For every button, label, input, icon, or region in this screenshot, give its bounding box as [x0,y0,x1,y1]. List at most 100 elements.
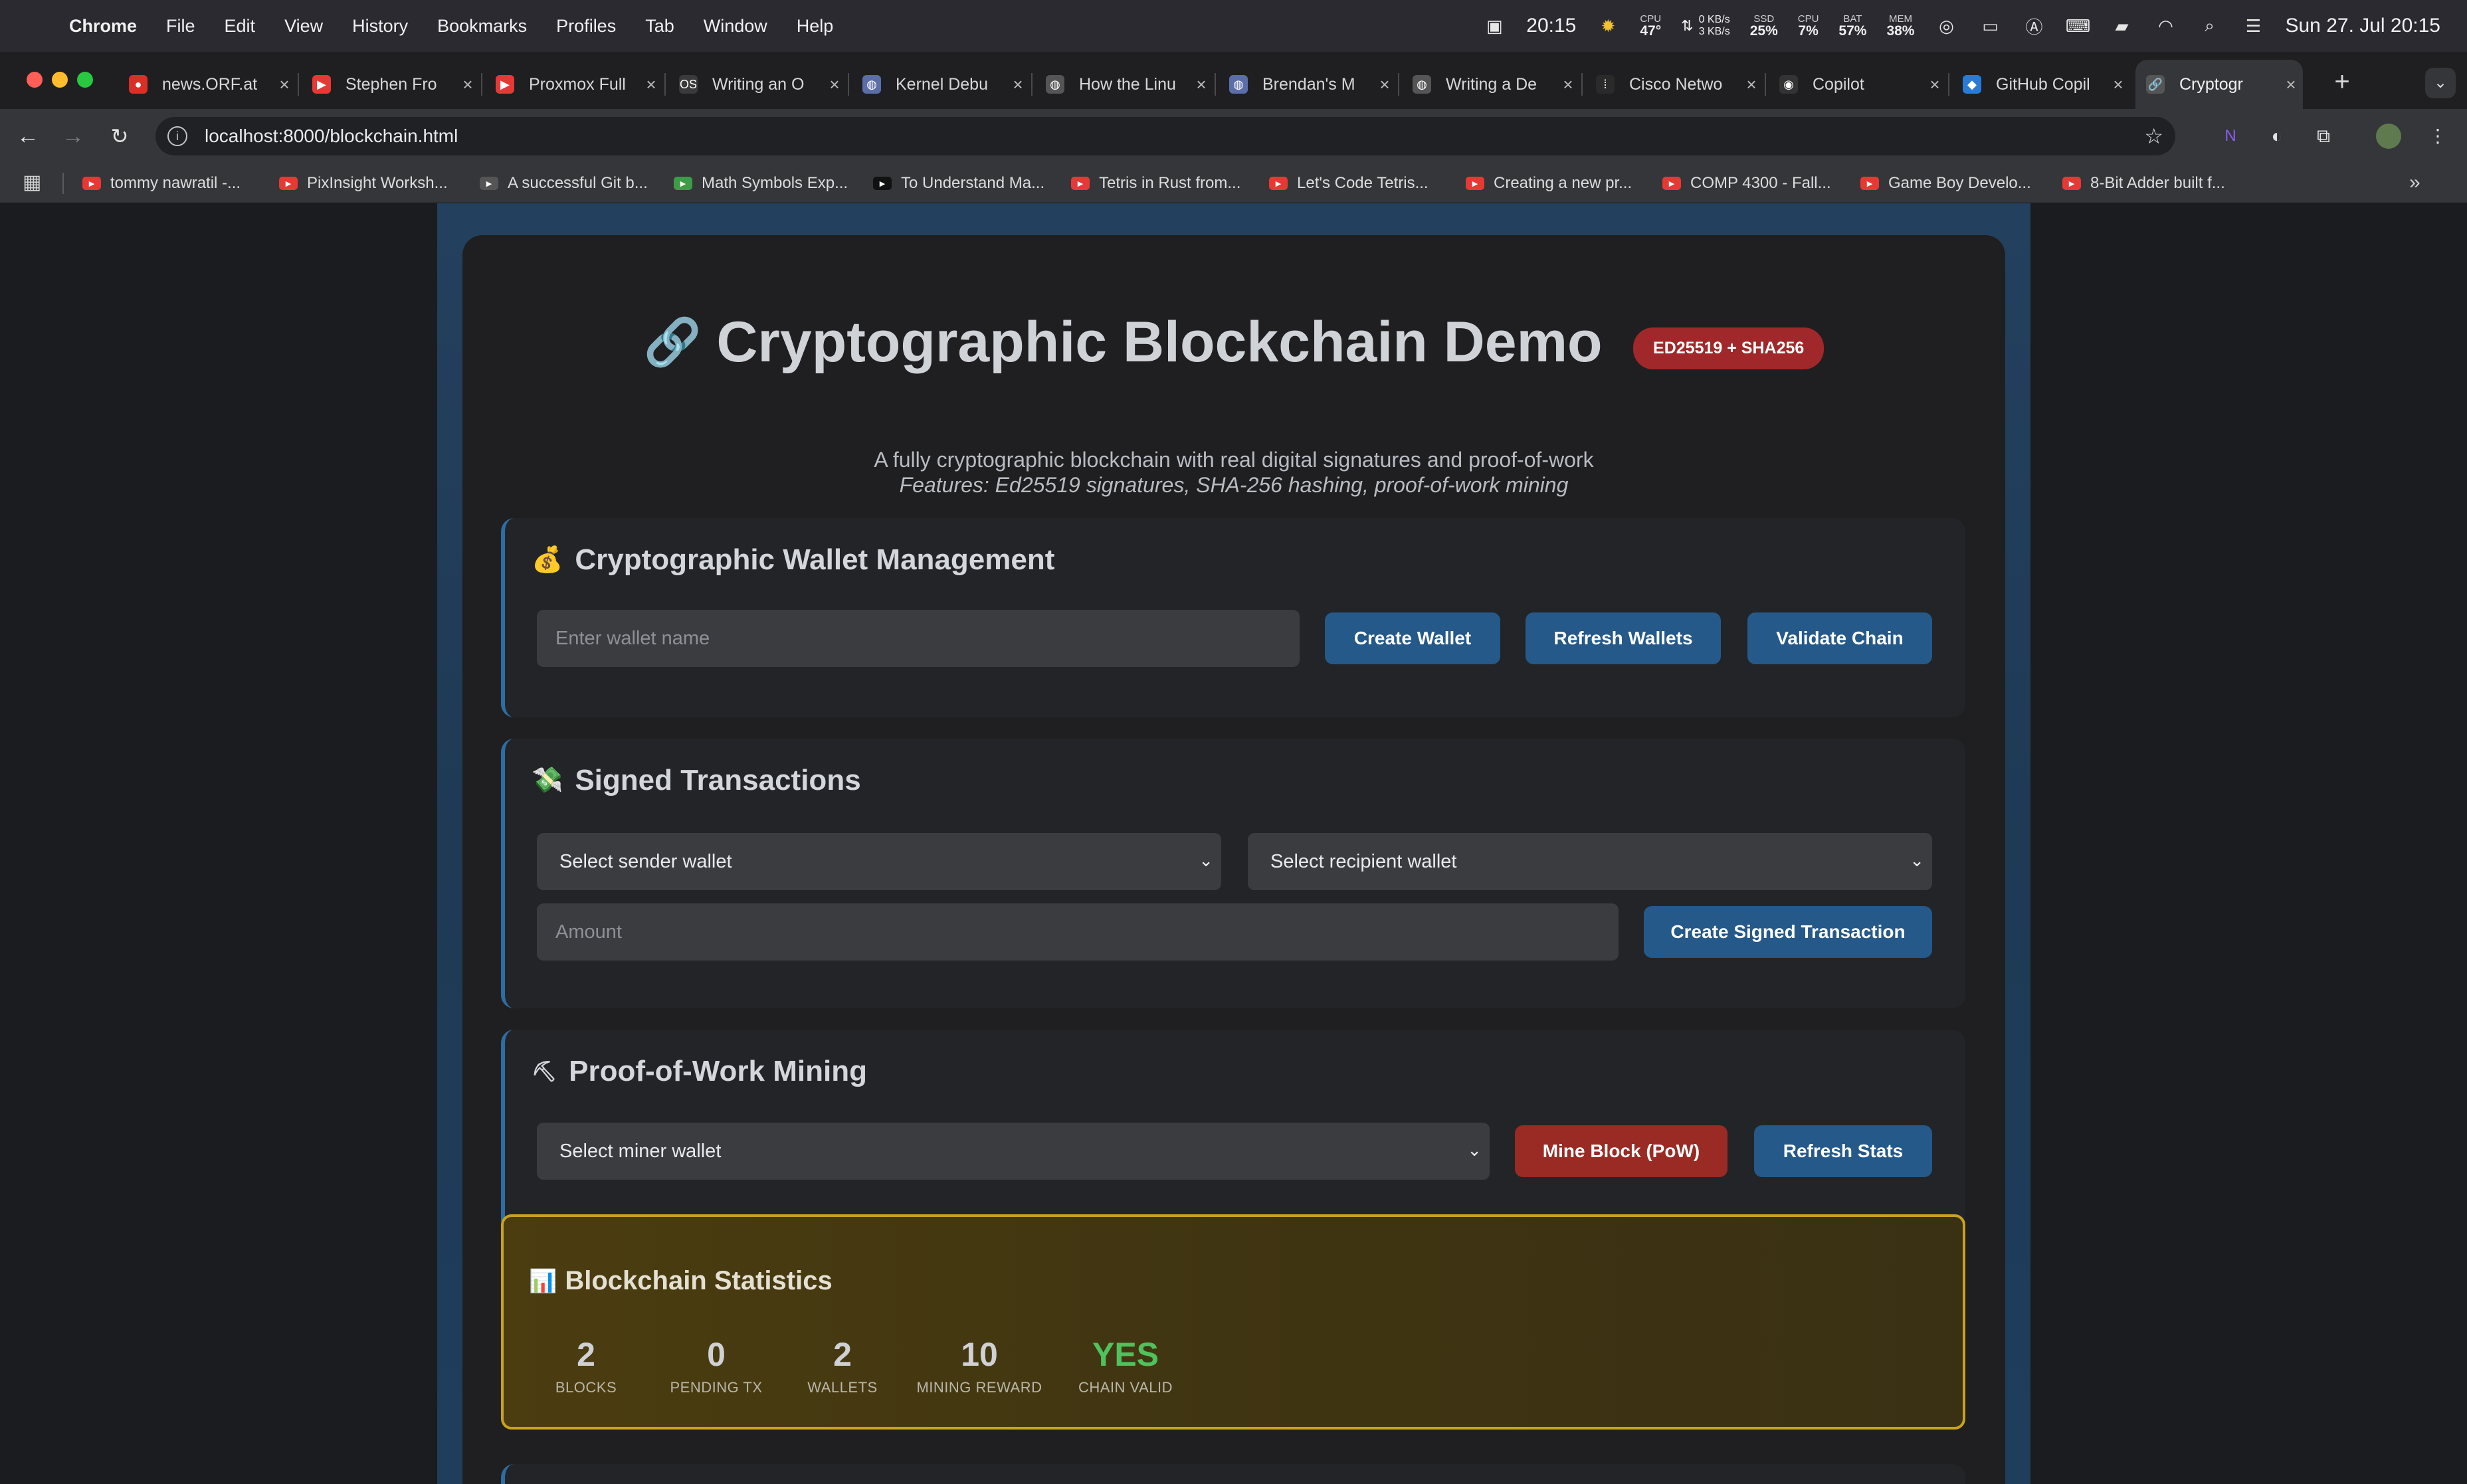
close-tab-icon[interactable]: × [823,74,846,95]
close-tab-icon[interactable]: × [2106,74,2130,95]
browser-tab[interactable]: ◆ GitHub Copil × [1952,60,2130,109]
cpu-temp-stat[interactable]: CPU 47° [1640,14,1661,38]
ssd-stat[interactable]: SSD 25% [1750,14,1778,38]
weather-sun-icon[interactable]: ✹ [1596,16,1620,36]
close-tab-icon[interactable]: × [456,74,480,95]
wifi-icon[interactable]: ◠ [2153,16,2177,36]
browser-tab[interactable]: ◍ How the Linu × [1035,60,1213,109]
apps-grid-icon[interactable]: ▦ [23,173,43,193]
bookmark-item[interactable]: ▶ To Understand Ma... [873,170,1044,197]
window-zoom-button[interactable] [77,72,93,88]
refresh-wallets-button[interactable]: Refresh Wallets [1526,612,1721,664]
accessibility-icon[interactable]: Ⓐ [2022,16,2046,37]
tab-separator [848,73,849,96]
profile-avatar[interactable] [2376,124,2401,149]
reload-button[interactable]: ↻ [104,120,136,152]
new-tab-button[interactable]: + [2325,65,2359,98]
bookmark-favicon-icon: ▶ [279,177,298,190]
network-stat[interactable]: ⇅ 0 KB/s 3 KB/s [1681,14,1730,37]
menu-window[interactable]: Window [704,16,767,37]
miner-wallet-select[interactable]: Select miner wallet ⌄ [537,1123,1490,1180]
menu-profiles[interactable]: Profiles [556,16,616,37]
close-tab-icon[interactable]: × [1189,74,1213,95]
recipient-wallet-select[interactable]: Select recipient wallet ⌄ [1248,833,1932,890]
address-url[interactable]: localhost:8000/blockchain.html [205,126,458,147]
cpu-stat[interactable]: CPU 7% [1798,14,1819,38]
back-button[interactable]: ← [12,120,44,152]
onenote-extension-icon[interactable]: N [2217,122,2244,150]
extension-icon-2[interactable]: ◐ [2263,122,2291,150]
browser-tab[interactable]: 🔗 Cryptogr × [2135,60,2303,109]
close-tab-icon[interactable]: × [272,74,296,95]
close-tab-icon[interactable]: × [639,74,663,95]
bookmark-item[interactable]: ▶ Game Boy Develo... [1860,170,2031,197]
mine-block-button[interactable]: Mine Block (PoW) [1515,1125,1727,1177]
more-bookmarks-icon[interactable]: » [2409,171,2420,194]
bookmark-item[interactable]: ▶ Math Symbols Exp... [674,170,848,197]
menubar-datetime[interactable]: Sun 27. Jul 20:15 [2285,15,2440,37]
bookmark-star-icon[interactable]: ☆ [2144,124,2163,149]
menu-history[interactable]: History [352,16,408,37]
bookmark-item[interactable]: ▶ Tetris in Rust from... [1071,170,1240,197]
forward-button[interactable]: → [57,120,89,152]
close-tab-icon[interactable]: × [1923,74,1947,95]
browser-tab[interactable]: ▶ Proxmox Full × [485,60,663,109]
browser-tab[interactable]: OS Writing an O × [668,60,846,109]
browser-tab[interactable]: ◍ Brendan's M × [1219,60,1397,109]
bookmark-item[interactable]: ▶ 8-Bit Adder built f... [2062,170,2225,197]
screen-mirroring-icon[interactable]: ▭ [1978,16,2002,36]
chrome-menu-icon[interactable]: ⋮ [2424,122,2452,150]
clock-app-icon[interactable]: ▣ [1482,16,1506,36]
control-center-icon[interactable]: ☰ [2241,16,2265,36]
menu-bookmarks[interactable]: Bookmarks [437,16,527,37]
browser-tab[interactable]: ▶ Stephen Fro × [302,60,480,109]
bookmark-item[interactable]: ▶ Creating a new pr... [1466,170,1632,197]
bookmark-item[interactable]: ▶ A successful Git b... [480,170,648,197]
menu-view[interactable]: View [284,16,323,37]
close-tab-icon[interactable]: × [1373,74,1397,95]
bookmark-item[interactable]: ▶ COMP 4300 - Fall... [1662,170,1831,197]
close-tab-icon[interactable]: × [2279,74,2303,95]
tab-title: GitHub Copil [1996,74,2090,94]
close-tab-icon[interactable]: × [1556,74,1580,95]
extensions-puzzle-icon[interactable]: ⧉ [2310,122,2337,150]
battery-stat[interactable]: BAT 57% [1838,14,1866,38]
net-up-value: 0 KB/s [1698,14,1730,26]
close-tab-icon[interactable]: × [1739,74,1763,95]
window-close-button[interactable] [27,72,43,88]
amount-input[interactable]: Amount [537,903,1619,961]
wallet-name-input[interactable]: Enter wallet name [537,610,1300,667]
menu-file[interactable]: File [166,16,195,37]
menu-help[interactable]: Help [797,16,834,37]
memory-stat[interactable]: MEM 38% [1886,14,1914,38]
refresh-stats-button[interactable]: Refresh Stats [1754,1125,1932,1177]
menu-tab[interactable]: Tab [645,16,674,37]
spotlight-search-icon[interactable]: ⌕ [2197,15,2221,36]
battery-icon[interactable]: ▰ [2110,16,2133,36]
airdrop-icon[interactable]: ◎ [1934,16,1958,36]
bookmark-item[interactable]: ▶ Let's Code Tetris... [1269,170,1429,197]
browser-tab-strip: ● news.ORF.at × ▶ Stephen Fro × ▶ Proxmox Full ×… [0,52,2467,109]
tab-separator [664,73,666,96]
bookmark-item[interactable]: ▶ PixInsight Worksh... [279,170,448,197]
browser-tab[interactable]: ◍ Writing a De × [1402,60,1580,109]
tab-search-button[interactable]: ⌄ [2425,68,2456,98]
menubar-clock[interactable]: 20:15 [1526,15,1576,37]
sender-wallet-select[interactable]: Select sender wallet ⌄ [537,833,1221,890]
browser-tab[interactable]: ● news.ORF.at × [118,60,296,109]
address-bar[interactable]: i localhost:8000/blockchain.html ☆ [155,117,2175,155]
site-info-icon[interactable]: i [167,126,187,146]
menu-edit[interactable]: Edit [225,16,256,37]
browser-tab[interactable]: ⁞ Cisco Netwo × [1585,60,1763,109]
keyboard-icon[interactable]: ⌨ [2066,16,2091,36]
close-tab-icon[interactable]: × [1006,74,1030,95]
menu-app-chrome[interactable]: Chrome [69,16,137,37]
create-wallet-button[interactable]: Create Wallet [1325,612,1500,664]
tab-title: How the Linu [1079,74,1176,94]
browser-tab[interactable]: ◍ Kernel Debu × [852,60,1030,109]
browser-tab[interactable]: ◉ Copilot × [1769,60,1947,109]
window-minimize-button[interactable] [52,72,68,88]
create-signed-transaction-button[interactable]: Create Signed Transaction [1644,906,1932,958]
bookmark-item[interactable]: ▶ tommy nawratil -... [82,170,241,197]
validate-chain-button[interactable]: Validate Chain [1747,612,1932,664]
